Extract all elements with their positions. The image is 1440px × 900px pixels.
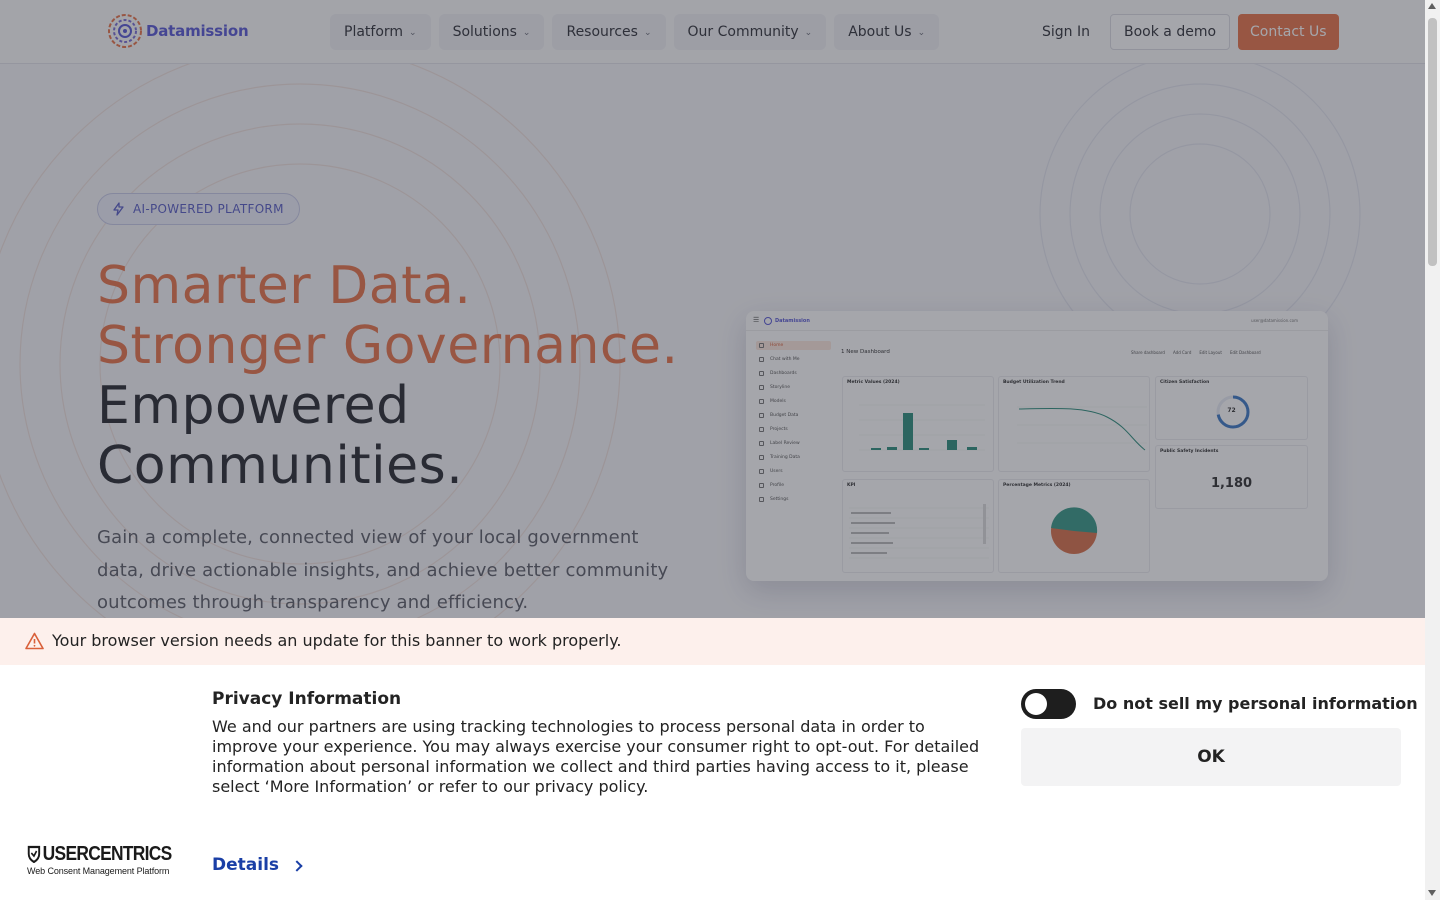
do-not-sell-label[interactable]: Do not sell my personal information: [1093, 694, 1418, 713]
toggle-knob: [1025, 693, 1047, 715]
chevron-right-icon: [291, 860, 303, 872]
privacy-consent-banner: Privacy Information We and our partners …: [0, 665, 1425, 900]
shield-icon: [27, 845, 41, 863]
ok-button[interactable]: OK: [1021, 728, 1401, 786]
usercentrics-logo: USERCENTRICS Web Consent Management Plat…: [27, 844, 172, 878]
scroll-down-arrow-icon[interactable]: [1428, 890, 1436, 896]
browser-warning-bar: Your browser version needs an update for…: [0, 618, 1425, 665]
details-link[interactable]: Details: [212, 855, 303, 875]
scroll-up-arrow-icon[interactable]: [1428, 3, 1436, 9]
browser-warning-text: Your browser version needs an update for…: [52, 631, 622, 650]
warning-icon: [25, 632, 44, 650]
privacy-description: We and our partners are using tracking t…: [212, 717, 980, 796]
scrollbar-thumb[interactable]: [1428, 18, 1437, 266]
usercentrics-tagline: Web Consent Management Platform: [27, 866, 170, 876]
usercentrics-brand-text: USERCENTRICS: [42, 843, 173, 865]
page-scrollbar[interactable]: [1425, 0, 1440, 900]
privacy-title: Privacy Information: [212, 689, 402, 709]
do-not-sell-toggle[interactable]: [1021, 689, 1076, 719]
usercentrics-wordmark: USERCENTRICS: [27, 844, 172, 864]
details-label: Details: [212, 855, 280, 875]
